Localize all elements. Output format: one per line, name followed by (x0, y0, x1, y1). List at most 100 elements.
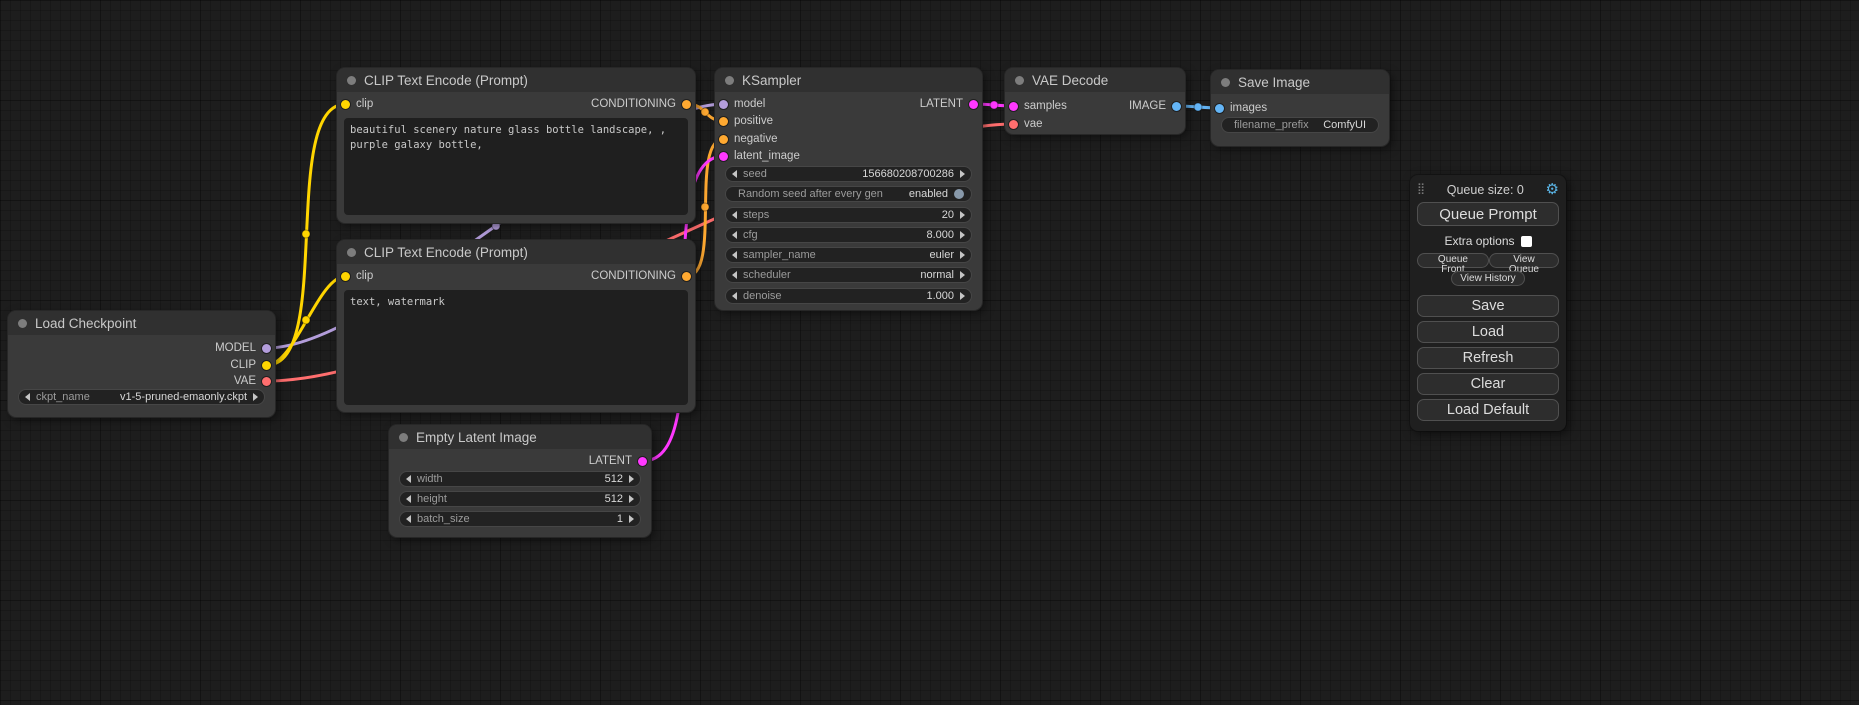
increment-arrow-icon[interactable] (960, 271, 965, 279)
link-midpoint-dot (701, 108, 709, 116)
node-title-bar[interactable]: CLIP Text Encode (Prompt) (337, 240, 695, 264)
increment-arrow-icon[interactable] (629, 515, 634, 523)
batch-size-widget[interactable]: batch_size 1 (399, 511, 641, 527)
latent-image-input-port[interactable] (719, 152, 728, 161)
random-seed-toggle-widget[interactable]: Random seed after every gen enabled (725, 186, 972, 202)
model-input-port[interactable] (719, 100, 728, 109)
increment-arrow-icon[interactable] (960, 292, 965, 300)
node-title-bar[interactable]: KSampler (715, 68, 982, 92)
slot-label: LATENT (920, 98, 963, 110)
node-title-bar[interactable]: Save Image (1211, 70, 1389, 94)
node-title-bar[interactable]: CLIP Text Encode (Prompt) (337, 68, 695, 92)
refresh-button[interactable]: Refresh (1417, 347, 1559, 369)
save-button[interactable]: Save (1417, 295, 1559, 317)
vae-output-port[interactable] (262, 377, 271, 386)
collapse-dot-icon[interactable] (399, 433, 408, 442)
increment-arrow-icon[interactable] (960, 211, 965, 219)
latent-output-port[interactable] (969, 100, 978, 109)
negative-input-port[interactable] (719, 135, 728, 144)
view-history-button[interactable]: View History (1451, 271, 1524, 286)
seed-widget[interactable]: seed 156680208700286 (725, 166, 972, 182)
decrement-arrow-icon[interactable] (25, 393, 30, 401)
ckpt-name-widget[interactable]: ckpt_name v1-5-pruned-emaonly.ckpt (18, 389, 265, 405)
model-output-port[interactable] (262, 344, 271, 353)
prompt-textarea[interactable]: beautiful scenery nature glass bottle la… (344, 118, 688, 215)
drag-handle-icon[interactable]: ⣿ (1417, 184, 1425, 195)
queue-prompt-button[interactable]: Queue Prompt (1417, 202, 1559, 226)
increment-arrow-icon[interactable] (960, 231, 965, 239)
decrement-arrow-icon[interactable] (406, 515, 411, 523)
node-graph-canvas[interactable]: Load Checkpoint MODEL CLIP VAE ckpt_name… (0, 0, 1859, 705)
denoise-widget[interactable]: denoise 1.000 (725, 288, 972, 304)
clip-input-port[interactable] (341, 100, 350, 109)
clip-input-port[interactable] (341, 272, 350, 281)
widget-name: Random seed after every gen (738, 188, 883, 200)
sampler-name-widget[interactable]: sampler_name euler (725, 247, 972, 263)
image-output-port[interactable] (1172, 102, 1181, 111)
conditioning-output-port[interactable] (682, 272, 691, 281)
extra-options-checkbox[interactable] (1521, 236, 1532, 247)
increment-arrow-icon[interactable] (960, 170, 965, 178)
node-empty-latent-image[interactable]: Empty Latent Image LATENT width 512 heig… (389, 425, 651, 537)
link-midpoint-dot (1194, 103, 1202, 111)
node-clip-text-encode-positive[interactable]: CLIP Text Encode (Prompt) clip CONDITION… (337, 68, 695, 223)
settings-gear-icon[interactable]: ⚙ (1546, 182, 1559, 197)
node-save-image[interactable]: Save Image images filename_prefix ComfyU… (1211, 70, 1389, 146)
node-load-checkpoint[interactable]: Load Checkpoint MODEL CLIP VAE ckpt_name… (8, 311, 275, 417)
decrement-arrow-icon[interactable] (732, 271, 737, 279)
decrement-arrow-icon[interactable] (406, 495, 411, 503)
node-vae-decode[interactable]: VAE Decode samples vae IMAGE (1005, 68, 1185, 134)
filename-prefix-widget[interactable]: filename_prefix ComfyUI (1221, 117, 1379, 133)
toggle-dot-icon[interactable] (954, 189, 964, 199)
positive-input-port[interactable] (719, 117, 728, 126)
decrement-arrow-icon[interactable] (732, 251, 737, 259)
collapse-dot-icon[interactable] (347, 248, 356, 257)
collapse-dot-icon[interactable] (347, 76, 356, 85)
decrement-arrow-icon[interactable] (732, 211, 737, 219)
decrement-arrow-icon[interactable] (732, 231, 737, 239)
cfg-widget[interactable]: cfg 8.000 (725, 227, 972, 243)
clip-output-port[interactable] (262, 361, 271, 370)
node-clip-text-encode-negative[interactable]: CLIP Text Encode (Prompt) clip CONDITION… (337, 240, 695, 412)
increment-arrow-icon[interactable] (629, 495, 634, 503)
link-midpoint-dot (492, 222, 500, 230)
images-input-port[interactable] (1215, 104, 1224, 113)
extra-options-label: Extra options (1444, 234, 1514, 248)
collapse-dot-icon[interactable] (1015, 76, 1024, 85)
queue-front-button[interactable]: Queue Front (1417, 253, 1489, 268)
clear-button[interactable]: Clear (1417, 373, 1559, 395)
load-default-button[interactable]: Load Default (1417, 399, 1559, 421)
collapse-dot-icon[interactable] (1221, 78, 1230, 87)
samples-input-port[interactable] (1009, 102, 1018, 111)
scheduler-widget[interactable]: scheduler normal (725, 267, 972, 283)
collapse-dot-icon[interactable] (725, 76, 734, 85)
conditioning-output-port[interactable] (682, 100, 691, 109)
widget-value: 1 (617, 513, 623, 525)
link-midpoint-dot (701, 203, 709, 211)
load-button[interactable]: Load (1417, 321, 1559, 343)
widget-value: v1-5-pruned-emaonly.ckpt (120, 391, 247, 403)
input-slot-vae: vae (1009, 116, 1043, 132)
node-title: CLIP Text Encode (Prompt) (364, 245, 528, 260)
widget-name: filename_prefix (1234, 119, 1309, 131)
width-widget[interactable]: width 512 (399, 471, 641, 487)
node-title-bar[interactable]: Load Checkpoint (8, 311, 275, 335)
increment-arrow-icon[interactable] (960, 251, 965, 259)
node-title-bar[interactable]: Empty Latent Image (389, 425, 651, 449)
height-widget[interactable]: height 512 (399, 491, 641, 507)
widget-value: 20 (942, 209, 954, 221)
menu-header: ⣿ Queue size: 0 ⚙ (1417, 181, 1559, 198)
node-ksampler[interactable]: KSampler model positive negative latent_… (715, 68, 982, 310)
decrement-arrow-icon[interactable] (732, 170, 737, 178)
decrement-arrow-icon[interactable] (406, 475, 411, 483)
increment-arrow-icon[interactable] (253, 393, 258, 401)
steps-widget[interactable]: steps 20 (725, 207, 972, 223)
latent-output-port[interactable] (638, 457, 647, 466)
vae-input-port[interactable] (1009, 120, 1018, 129)
collapse-dot-icon[interactable] (18, 319, 27, 328)
increment-arrow-icon[interactable] (629, 475, 634, 483)
node-title-bar[interactable]: VAE Decode (1005, 68, 1185, 92)
view-queue-button[interactable]: View Queue (1489, 253, 1559, 268)
decrement-arrow-icon[interactable] (732, 292, 737, 300)
prompt-textarea[interactable]: text, watermark (344, 290, 688, 405)
